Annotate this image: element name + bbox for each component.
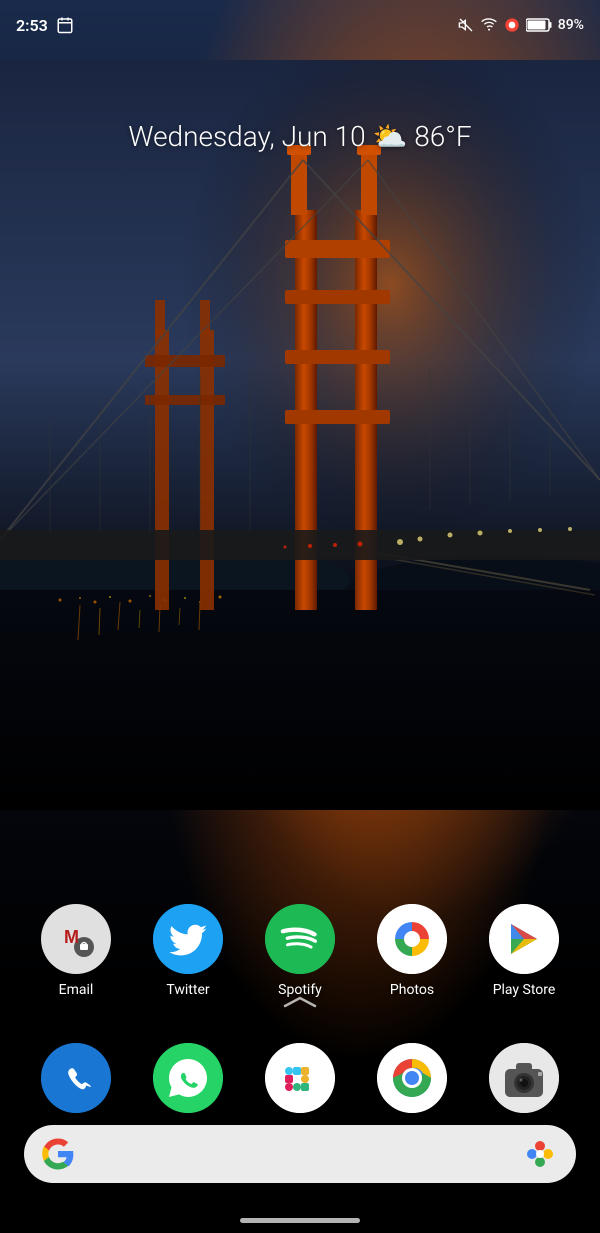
app-item-playstore[interactable]: Play Store bbox=[479, 904, 569, 998]
status-left: 2:53 bbox=[16, 16, 74, 35]
dock-item-whatsapp[interactable] bbox=[143, 1043, 233, 1113]
playstore-icon-bg bbox=[489, 904, 559, 974]
photos-icon bbox=[377, 904, 447, 974]
app-row: M Email Twitter bbox=[20, 904, 580, 998]
dock-item-camera[interactable] bbox=[479, 1043, 569, 1113]
playstore-icon bbox=[489, 904, 559, 974]
phone-icon-bg bbox=[41, 1043, 111, 1113]
weather-temp: 86°F bbox=[414, 120, 471, 153]
whatsapp-icon bbox=[153, 1043, 223, 1113]
chrome-icon-bg bbox=[377, 1043, 447, 1113]
playstore-label: Play Store bbox=[493, 982, 556, 998]
app-item-twitter[interactable]: Twitter bbox=[143, 904, 233, 998]
twitter-icon bbox=[153, 904, 223, 974]
email-icon: M bbox=[54, 917, 98, 961]
dock-item-chrome[interactable] bbox=[367, 1043, 457, 1113]
app-item-photos[interactable]: Photos bbox=[367, 904, 457, 998]
spotify-label: Spotify bbox=[278, 982, 322, 998]
twitter-label: Twitter bbox=[166, 982, 209, 998]
photos-icon-bg bbox=[377, 904, 447, 974]
dock-item-phone[interactable] bbox=[31, 1043, 121, 1113]
weather-widget: Wednesday, Jun 10 ⛅ 86°F bbox=[0, 120, 600, 153]
calendar-icon bbox=[56, 16, 74, 34]
google-logo bbox=[42, 1138, 74, 1170]
slack-icon-bg bbox=[265, 1043, 335, 1113]
weather-icon: ⛅ bbox=[373, 120, 408, 153]
weather-date: Wednesday, Jun 10 ⛅ 86°F bbox=[0, 120, 600, 153]
email-icon-bg: M bbox=[41, 904, 111, 974]
email-label: Email bbox=[59, 982, 94, 998]
slack-icon bbox=[265, 1043, 335, 1113]
mute-icon bbox=[458, 17, 474, 33]
recording-icon bbox=[504, 17, 520, 33]
app-item-email[interactable]: M Email bbox=[31, 904, 121, 998]
phone-icon bbox=[41, 1043, 111, 1113]
wifi-icon bbox=[480, 17, 498, 33]
google-search-bar[interactable] bbox=[24, 1125, 576, 1183]
status-right: 89% bbox=[458, 17, 584, 33]
twitter-icon-bg bbox=[153, 904, 223, 974]
nav-bar-indicator bbox=[240, 1218, 360, 1223]
chrome-icon bbox=[377, 1043, 447, 1113]
spotify-icon-bg bbox=[265, 904, 335, 974]
battery-icon bbox=[526, 18, 552, 32]
whatsapp-icon-bg bbox=[153, 1043, 223, 1113]
photos-label: Photos bbox=[390, 982, 434, 998]
status-bar: 2:53 89% bbox=[0, 0, 600, 50]
wallpaper-bridge bbox=[0, 60, 600, 810]
app-item-spotify[interactable]: Spotify bbox=[255, 904, 345, 998]
camera-icon-bg bbox=[489, 1043, 559, 1113]
google-assistant-icon[interactable] bbox=[522, 1136, 558, 1172]
dock-item-slack[interactable] bbox=[255, 1043, 345, 1113]
spotify-icon bbox=[265, 904, 335, 974]
svg-text:M: M bbox=[64, 927, 79, 947]
status-time: 2:53 bbox=[16, 16, 48, 35]
dock bbox=[20, 1043, 580, 1113]
app-grid: M Email Twitter bbox=[0, 904, 600, 998]
battery-percent: 89% bbox=[558, 17, 584, 33]
camera-icon bbox=[489, 1043, 559, 1113]
